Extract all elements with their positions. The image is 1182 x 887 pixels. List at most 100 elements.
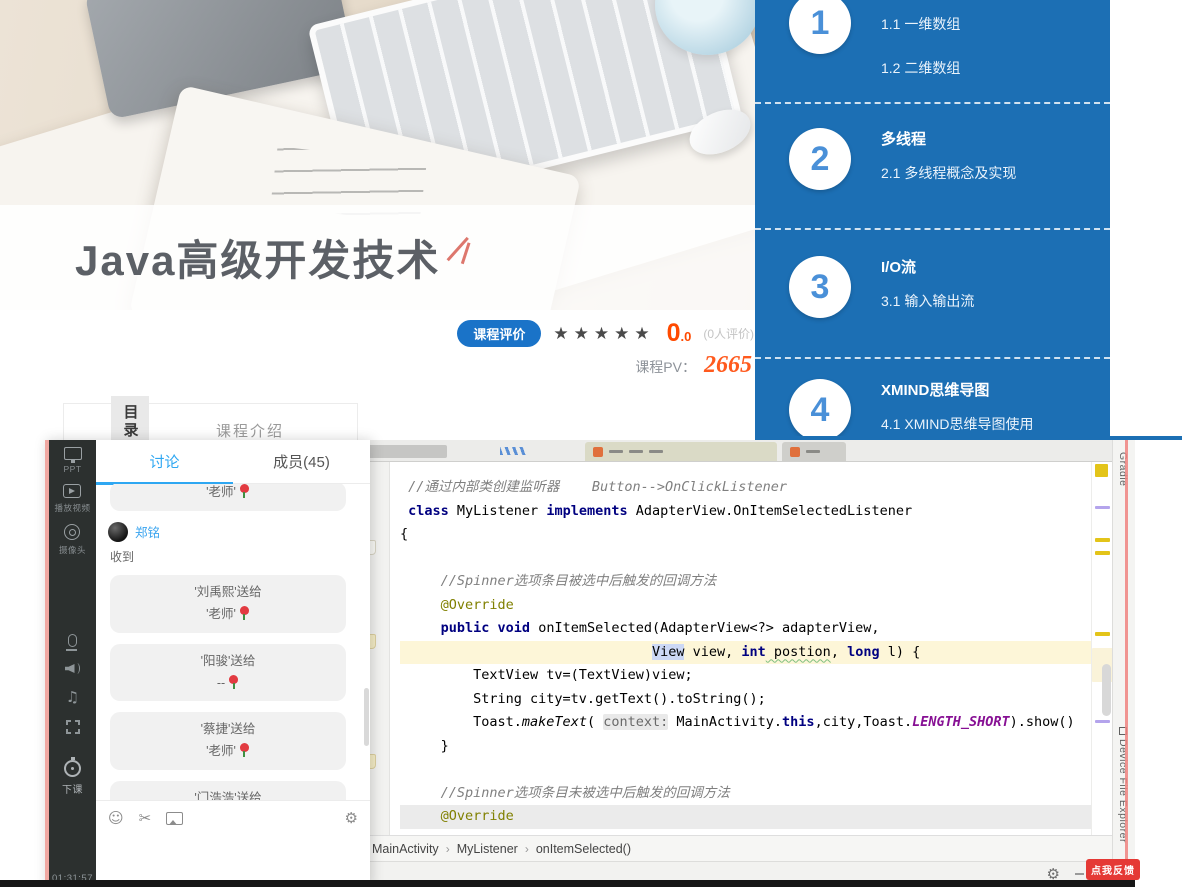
play-video-label: 播放视频 — [54, 502, 90, 514]
code-line[interactable]: @Override — [400, 805, 1091, 829]
gift-receiver-line: '老师' — [120, 484, 336, 504]
play-video-button[interactable]: 播放视频 — [54, 484, 90, 514]
chapter-title: 多线程 — [881, 128, 1016, 149]
red-stamp-decoration — [445, 232, 481, 274]
code-line[interactable]: @Override — [400, 594, 1135, 618]
tab-members[interactable]: 成员(45) — [233, 440, 370, 483]
rose-icon — [239, 484, 250, 498]
screen: Java高级开发技术 课程评价 ★★★★★ 0.0 (0人评价) 课程PV： 2… — [0, 0, 1182, 887]
ppt-icon — [64, 447, 82, 460]
ppt-button[interactable]: PPT — [63, 450, 81, 474]
speaker-icon[interactable] — [65, 662, 81, 675]
chapter-section-link[interactable]: 4.1 XMIND思维导图使用 — [881, 414, 1033, 434]
editor-marker-bar[interactable] — [1091, 462, 1112, 835]
error-stripe-mark[interactable] — [1095, 551, 1110, 555]
fullscreen-icon[interactable] — [66, 720, 80, 734]
chevron-right-icon: › — [446, 842, 450, 856]
code-line[interactable]: class MyListener implements AdapterView.… — [400, 500, 1135, 524]
code-line[interactable]: //Spinner选项条目未被选中后触发的回调方法 — [400, 782, 1135, 806]
code-line[interactable]: //Spinner选项条目被选中后触发的回调方法 — [400, 570, 1135, 594]
username[interactable]: 郑铭 — [135, 522, 160, 541]
code-line[interactable]: TextView tv=(TextView)view; — [400, 664, 1135, 688]
feedback-badge[interactable]: 点我反馈 — [1086, 859, 1140, 880]
minimize-icon[interactable] — [1075, 873, 1084, 875]
breadcrumb-inner-class[interactable]: MyListener — [457, 842, 518, 856]
chat-settings-gear-icon[interactable]: ⚙ — [345, 811, 358, 826]
chapter-section-link[interactable]: 1.2 二维数组 — [881, 58, 960, 78]
play-video-icon — [63, 484, 81, 498]
chapter-number-badge: 2 — [789, 128, 851, 190]
error-stripe-mark[interactable] — [1095, 720, 1110, 723]
tab-discussion[interactable]: 讨论 — [96, 440, 233, 483]
breadcrumb-class[interactable]: MainActivity — [372, 842, 439, 856]
chapter-number-badge: 4 — [789, 379, 851, 441]
chapter-list-panel: 1 1.1 一维数组 1.2 二维数组 2 多线程 2.1 多线程概念及实现 3… — [755, 0, 1110, 443]
chevron-right-icon: › — [525, 842, 529, 856]
tab-label-placeholder — [629, 450, 643, 453]
stream-toolbar: PPT 播放视频 摄像头 ♫ 下课 01:31:57 — [45, 440, 96, 887]
star-rating-icons[interactable]: ★★★★★ — [553, 324, 654, 344]
error-stripe-mark[interactable] — [1095, 506, 1110, 509]
file-tab[interactable] — [365, 445, 447, 458]
chapter-row: 3 I/O流 3.1 输入输出流 — [755, 228, 1110, 357]
avatar — [108, 522, 128, 542]
error-stripe-mark[interactable] — [1095, 538, 1110, 542]
file-tab-icon — [790, 447, 800, 457]
code-editor[interactable]: //通过内部类创建监听器 Button-->OnClickListener cl… — [360, 462, 1135, 835]
gift-sender-line: '门浩浩'送给 — [120, 788, 336, 800]
chapter-number-badge: 1 — [789, 0, 851, 54]
error-stripe-mark[interactable] — [1095, 632, 1110, 636]
camera-label: 摄像头 — [59, 544, 86, 556]
chapter-section-link[interactable]: 1.1 一维数组 — [881, 14, 960, 34]
camera-button[interactable]: 摄像头 — [59, 524, 86, 556]
end-class-button[interactable]: 下课 — [62, 760, 83, 796]
tab-decoration — [500, 447, 526, 455]
image-icon[interactable] — [166, 812, 183, 825]
tab-label-placeholder — [806, 450, 820, 453]
course-rating-button[interactable]: 课程评价 — [457, 320, 541, 347]
gift-sender-line: '刘禹熙'送给 — [120, 582, 336, 604]
rating-row: 课程评价 ★★★★★ 0.0 (0人评价) — [0, 320, 758, 347]
tab-label-placeholder — [649, 450, 663, 453]
course-banner-image: Java高级开发技术 — [0, 0, 755, 310]
music-icon[interactable]: ♫ — [66, 690, 79, 705]
chapter-section-link[interactable]: 3.1 输入输出流 — [881, 291, 974, 311]
chapter-row: 2 多线程 2.1 多线程概念及实现 — [755, 102, 1110, 228]
breadcrumb-method[interactable]: onItemSelected() — [536, 842, 631, 856]
timer-icon — [64, 760, 81, 777]
code-line[interactable]: //通过内部类创建监听器 Button-->OnClickListener — [400, 476, 1135, 500]
chapter-section-link[interactable]: 2.1 多线程概念及实现 — [881, 163, 1016, 183]
code-line[interactable]: Toast.makeText( context: MainActivity.th… — [400, 711, 1135, 735]
code-line[interactable]: String city=tv.getText().toString(); — [400, 688, 1135, 712]
gift-receiver-line: '老师' — [120, 741, 336, 763]
gift-sender-line: '阳骏'送给 — [120, 651, 336, 673]
file-tab[interactable] — [585, 442, 777, 461]
code-line[interactable]: public void onItemSelected(AdapterView<?… — [400, 617, 1135, 641]
chat-scrollbar[interactable] — [364, 688, 369, 746]
chat-panel: 讨论 成员(45) '老师'郑铭收到'刘禹熙'送给'老师''阳骏'送给--'蔡捷… — [96, 440, 370, 887]
editor-scrollbar-thumb[interactable] — [1102, 664, 1111, 716]
code-line[interactable]: } — [400, 735, 1135, 759]
breadcrumb: MainActivity › MyListener › onItemSelect… — [360, 835, 1112, 861]
file-tab-icon — [593, 447, 603, 457]
chat-messages[interactable]: '老师'郑铭收到'刘禹熙'送给'老师''阳骏'送给--'蔡捷'送给'老师''门浩… — [96, 484, 370, 800]
rose-icon — [239, 743, 250, 757]
gift-receiver-line: '老师' — [120, 604, 336, 626]
tab-toc[interactable]: 目录 — [111, 396, 149, 443]
emoji-icon[interactable]: ☺ — [108, 811, 124, 826]
chapter-row: 4 XMIND思维导图 4.1 XMIND思维导图使用 — [755, 357, 1110, 443]
scissors-icon[interactable]: ✂ — [139, 811, 152, 826]
code-line[interactable] — [400, 758, 1135, 782]
code-line[interactable]: View view, int postion, long l) { — [400, 641, 1091, 665]
file-tab[interactable] — [782, 442, 846, 461]
pageview-row: 课程PV： 2665 — [0, 352, 758, 379]
microphone-icon[interactable] — [68, 634, 77, 647]
annotation-red-line — [1125, 440, 1128, 887]
tool-window-bar: Gradle Device File Explorer — [1112, 440, 1135, 887]
code-lines[interactable]: //通过内部类创建监听器 Button-->OnClickListener cl… — [390, 462, 1135, 835]
code-line[interactable]: { — [400, 523, 1135, 547]
rose-icon — [239, 606, 250, 620]
error-stripe-mark[interactable] — [1095, 464, 1108, 477]
code-line[interactable] — [400, 547, 1135, 571]
tab-label-placeholder — [609, 450, 623, 453]
